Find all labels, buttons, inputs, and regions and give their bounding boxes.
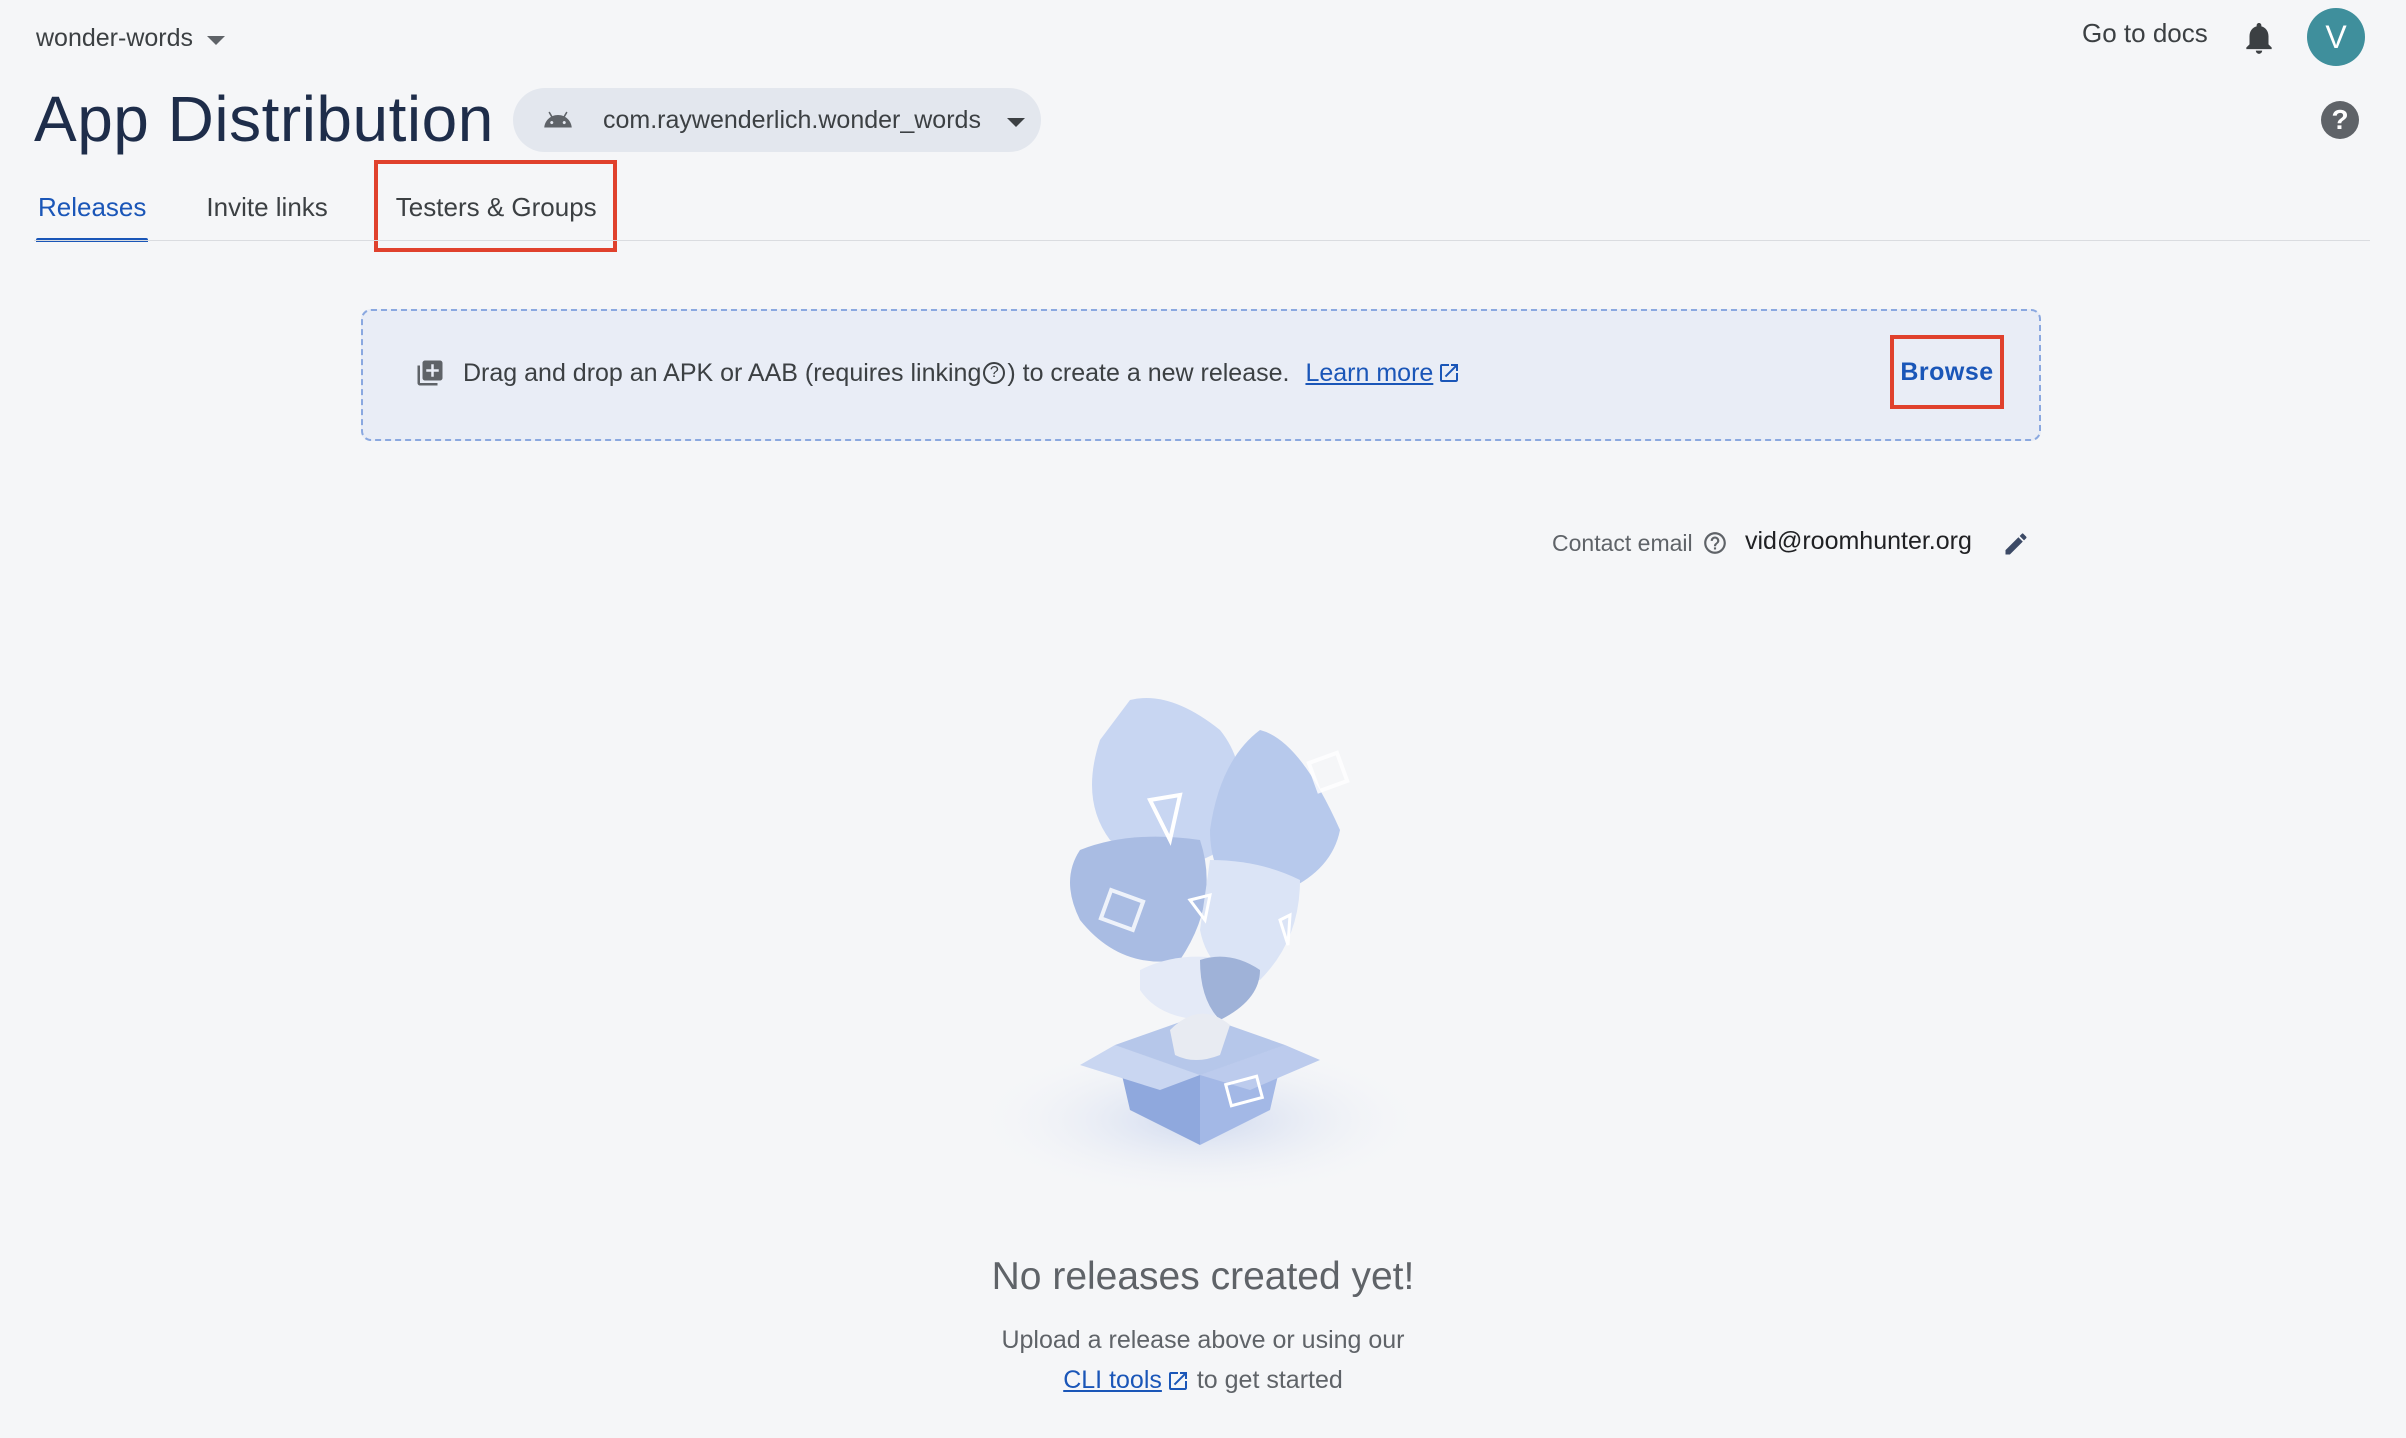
external-link-icon: [1168, 1372, 1187, 1391]
cli-tools-link[interactable]: CLI tools: [1063, 1366, 1162, 1394]
contact-email-value: vid@roomhunter.org: [1745, 527, 1972, 555]
learn-more-link[interactable]: Learn more: [1305, 359, 1433, 388]
tab-releases[interactable]: Releases: [34, 170, 150, 242]
help-icon[interactable]: ?: [2321, 101, 2359, 139]
chevron-down-icon: [1006, 117, 1025, 127]
dropzone-text: Drag and drop an APK or AAB (requires li…: [463, 358, 982, 387]
empty-state-line1: Upload a release above or using our: [1001, 1326, 1405, 1354]
project-name: wonder-words: [36, 23, 194, 52]
empty-state-line2: CLI tools to get started: [0, 1366, 2406, 1395]
project-switcher[interactable]: wonder-words: [36, 20, 226, 56]
notifications-bell-icon[interactable]: [2240, 18, 2278, 58]
question-circle-icon[interactable]: ?: [983, 362, 1006, 384]
page-title: App Distribution: [34, 83, 494, 155]
avatar[interactable]: V: [2307, 8, 2365, 66]
tab-testers-groups[interactable]: Testers & Groups: [373, 160, 617, 252]
help-circle-icon[interactable]: [1702, 530, 1728, 556]
android-icon: [544, 111, 572, 128]
contact-email-label: Contact email: [1552, 530, 1693, 556]
tab-bar: Releases Invite links Testers & Groups: [34, 160, 659, 252]
edit-pencil-icon[interactable]: [2002, 530, 2030, 558]
empty-state-title: No releases created yet!: [991, 1255, 1415, 1298]
chevron-down-icon: [207, 35, 226, 45]
app-selector-dropdown[interactable]: com.raywenderlich.wonder_words: [513, 88, 1041, 152]
empty-box-illustration: [970, 698, 1430, 1200]
add-to-library-icon: [417, 360, 443, 386]
go-to-docs-link[interactable]: Go to docs: [2082, 18, 2208, 49]
external-link-icon: [1440, 364, 1459, 382]
dropzone-text-suffix: ) to create a new release.: [1007, 358, 1290, 387]
app-id-label: com.raywenderlich.wonder_words: [603, 105, 981, 134]
tab-invite-links[interactable]: Invite links: [202, 170, 331, 242]
empty-state-line2-suffix: to get started: [1196, 1366, 1343, 1394]
tab-divider: [34, 240, 2370, 241]
browse-button[interactable]: Browse: [1890, 335, 2004, 409]
upload-dropzone[interactable]: Drag and drop an APK or AAB (requires li…: [361, 309, 2041, 441]
